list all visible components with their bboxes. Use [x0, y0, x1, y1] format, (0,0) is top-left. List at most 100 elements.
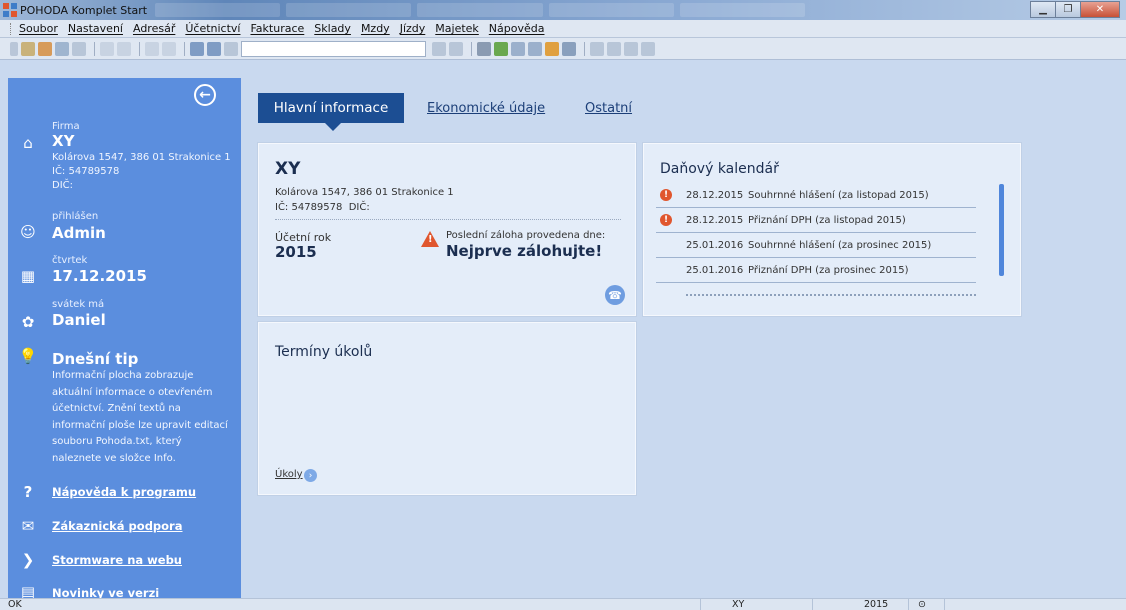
tax-calendar-row[interactable]: 25.01.2016 Přiznání DPH (za prosinec 201… [656, 259, 976, 283]
calendar-icon[interactable] [528, 41, 542, 56]
new-icon[interactable] [21, 41, 35, 56]
tab-main-info[interactable]: Hlavní informace [258, 93, 404, 131]
tab-economic-data[interactable]: Ekonomické údaje [427, 101, 545, 116]
back-icon[interactable] [145, 41, 159, 56]
tax-description: Souhrnné hlášení (za listopad 2015) [748, 190, 929, 201]
news-icon: ▤ [20, 583, 36, 598]
tax-date: 25.01.2016 [686, 240, 744, 251]
list-3-icon[interactable] [624, 41, 638, 56]
calculator-icon[interactable] [511, 41, 525, 56]
firma-address: Kolárova 1547, 386 01 Strakonice 1 [52, 152, 231, 163]
status-bar: OK XY 2015 ⊙ [0, 598, 1126, 610]
window-title: POHODA Komplet Start [20, 4, 148, 17]
menu-ucetnictvi[interactable]: Účetnictví [185, 22, 240, 35]
tax-calendar-row[interactable]: ! 28.12.2015 Přiznání DPH (za listopad 2… [656, 209, 976, 233]
menu-mzdy[interactable]: Mzdy [361, 22, 390, 35]
company-panel: XY Kolárova 1547, 386 01 Strakonice 1 IČ… [258, 143, 636, 316]
list-icon[interactable] [590, 41, 604, 56]
arrow-icon[interactable] [117, 41, 131, 56]
tax-calendar-panel: Daňový kalendář ! 28.12.2015 Souhrnné hl… [643, 143, 1021, 316]
user-name: Admin [52, 224, 106, 242]
firma-label: Firma [52, 121, 80, 132]
menu-majetek[interactable]: Majetek [435, 22, 479, 35]
barcode-icon[interactable] [562, 41, 576, 56]
company-divider [275, 219, 621, 220]
list-2-icon[interactable] [607, 41, 621, 56]
close-button[interactable]: ✕ [1080, 1, 1120, 18]
pohoda-app-icon [3, 3, 17, 17]
user-label: přihlášen [52, 211, 99, 222]
tasks-arrow-icon[interactable]: › [304, 469, 317, 482]
tax-description: Souhrnné hlášení (za prosinec 2015) [748, 240, 932, 251]
accounting-year: 2015 [275, 243, 317, 261]
calendar-cutoff [686, 294, 976, 296]
link-icon[interactable] [494, 41, 508, 56]
copy-icon[interactable] [224, 41, 238, 56]
tax-calendar-row[interactable]: 25.01.2016 Souhrnné hlášení (za prosinec… [656, 234, 976, 258]
link-stormware-web[interactable]: Stormware na webu [52, 553, 182, 567]
phone-icon[interactable]: ☎ [605, 285, 625, 305]
nameday-label: svátek má [52, 299, 105, 310]
status-company: XY [732, 599, 745, 610]
menu-fakturace[interactable]: Fakturace [250, 22, 304, 35]
filter-icon[interactable] [432, 41, 446, 56]
toolbar [0, 38, 1126, 60]
tax-date: 28.12.2015 [686, 215, 744, 226]
document-icon[interactable] [100, 41, 114, 56]
firma-dic: DIČ: [52, 180, 74, 191]
tip-title: Dnešní tip [52, 350, 139, 368]
status-lock-icon: ⊙ [918, 599, 926, 610]
link-news[interactable]: Novinky ve verzi [52, 586, 159, 598]
users-icon[interactable] [545, 41, 559, 56]
calendar-scrollbar[interactable] [999, 184, 1004, 276]
tax-date: 28.12.2015 [686, 190, 744, 201]
current-date: 17.12.2015 [52, 267, 147, 285]
tasks-title: Termíny úkolů [275, 344, 373, 360]
folder-icon[interactable] [477, 41, 491, 56]
edit-icon[interactable] [38, 41, 52, 56]
collapse-arrow-icon[interactable]: ← [194, 84, 216, 106]
warning-icon: ! [421, 231, 439, 247]
tools-icon[interactable] [641, 41, 655, 56]
user-icon: ☺ [20, 223, 36, 241]
save-icon[interactable] [190, 41, 204, 56]
tax-description: Přiznání DPH (za prosinec 2015) [748, 265, 909, 276]
tax-description: Přiznání DPH (za listopad 2015) [748, 215, 906, 226]
company-name: XY [275, 159, 301, 179]
minimize-button[interactable]: ▁ [1030, 1, 1056, 18]
menu-adresar[interactable]: Adresář [133, 22, 175, 35]
tasks-link[interactable]: Úkoly [275, 469, 303, 480]
alert-icon: ! [660, 214, 672, 226]
save-all-icon[interactable] [207, 41, 221, 56]
maximize-button[interactable]: ❐ [1055, 1, 1081, 18]
menu-napoveda[interactable]: Nápověda [489, 22, 545, 35]
backup-label: Poslední záloha provedena dne: [446, 230, 606, 241]
day-label: čtvrtek [52, 255, 88, 266]
stormware-icon: ❯ [21, 551, 35, 569]
menu-bar: Soubor Nastavení Adresář Účetnictví Fakt… [0, 20, 1126, 38]
forward-icon[interactable] [162, 41, 176, 56]
info-sidebar: ← ⌂ Firma XY Kolárova 1547, 386 01 Strak… [8, 78, 241, 598]
print-icon[interactable] [55, 41, 69, 56]
menu-sklady[interactable]: Sklady [314, 22, 351, 35]
status-text: OK [8, 599, 22, 610]
status-year: 2015 [864, 599, 889, 610]
link-help[interactable]: Nápověda k programu [52, 485, 196, 499]
print-preview-icon[interactable] [72, 41, 86, 56]
tax-date: 25.01.2016 [686, 265, 744, 276]
company-address: Kolárova 1547, 386 01 Strakonice 1 [275, 187, 454, 198]
link-support[interactable]: Zákaznická podpora [52, 519, 183, 533]
help-icon: ? [23, 483, 33, 501]
menu-soubor[interactable]: Soubor [19, 22, 58, 35]
home-icon: ⌂ [23, 134, 33, 152]
tip-text: Informační plocha zobrazuje aktuální inf… [52, 370, 228, 464]
lightbulb-icon: 💡 [18, 347, 38, 365]
tab-other[interactable]: Ostatní [585, 101, 632, 116]
firma-name: XY [52, 132, 75, 150]
tax-calendar-row[interactable]: ! 28.12.2015 Souhrnné hlášení (za listop… [656, 184, 976, 208]
tax-calendar-title: Daňový kalendář [660, 161, 779, 177]
filter-clear-icon[interactable] [449, 41, 463, 56]
quick-search-input[interactable] [241, 40, 426, 57]
menu-nastaveni[interactable]: Nastavení [68, 22, 123, 35]
menu-jizdy[interactable]: Jízdy [400, 22, 426, 35]
